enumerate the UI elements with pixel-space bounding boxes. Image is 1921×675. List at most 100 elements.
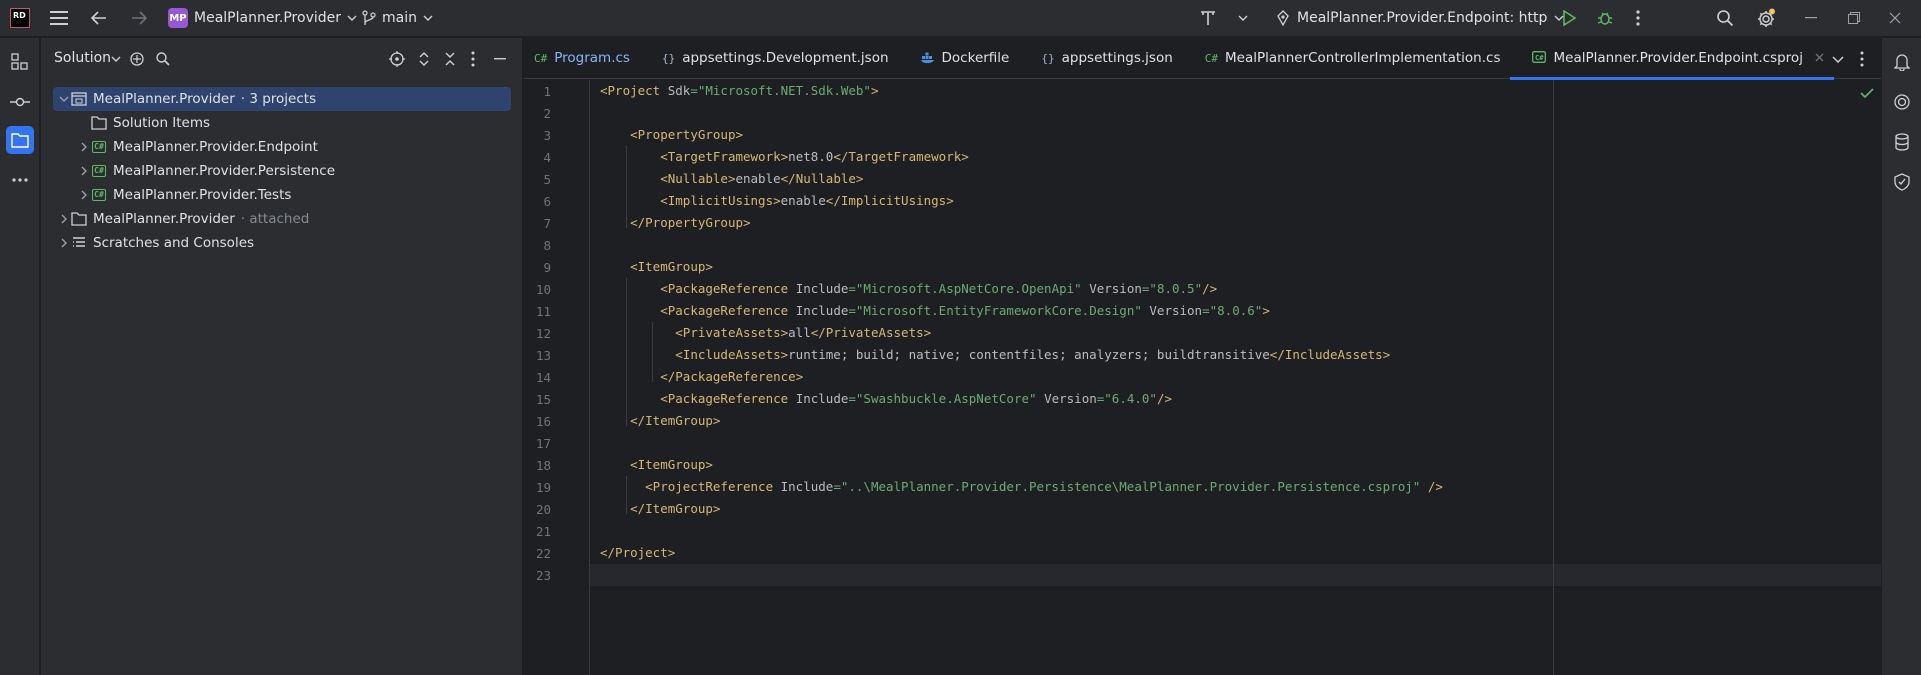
- rider-window: RD MP MealPlanner.Provider main MealPlan…: [0, 0, 1921, 675]
- forward-button[interactable]: [128, 8, 150, 28]
- editor-tab[interactable]: {} appsettings.Development.json: [640, 38, 899, 79]
- line-number: 14: [535, 370, 551, 385]
- tree-item-label: MealPlanner.Provider.Persistence: [113, 163, 336, 179]
- code-line[interactable]: <IncludeAssets>runtime; build; native; c…: [600, 344, 1390, 366]
- line-number: 23: [535, 568, 551, 583]
- code-line[interactable]: </Project>: [600, 542, 675, 564]
- database-button[interactable]: [1888, 128, 1916, 156]
- project-switcher[interactable]: MP MealPlanner.Provider: [168, 7, 357, 29]
- code-line[interactable]: </PackageReference>: [600, 366, 803, 388]
- line-number: 11: [535, 304, 551, 319]
- line-number: 5: [543, 172, 551, 187]
- back-button[interactable]: [88, 8, 110, 28]
- hide-panel-icon[interactable]: [494, 58, 506, 60]
- chevron-right-icon[interactable]: [57, 236, 71, 250]
- tree-item[interactable]: Solution Items: [41, 111, 523, 135]
- cleanup-dropdown[interactable]: [1236, 8, 1250, 28]
- app-logo-icon[interactable]: RD: [10, 8, 30, 28]
- more-vertical-icon[interactable]: [1860, 51, 1864, 67]
- chevron-right-icon[interactable]: [77, 140, 91, 154]
- chevron-down-icon[interactable]: [57, 92, 71, 106]
- code-line[interactable]: <PackageReference Include="Swashbuckle.A…: [600, 388, 1172, 410]
- editor-tab[interactable]: {} appsettings.json: [1019, 38, 1182, 79]
- no-problems-check-icon[interactable]: [1860, 88, 1874, 98]
- code-line[interactable]: <ImplicitUsings>enable</ImplicitUsings>: [600, 190, 954, 212]
- editor-tab-label: MealPlannerControllerImplementation.cs: [1225, 50, 1501, 66]
- tree-item[interactable]: C# MealPlanner.Provider.Persistence: [41, 159, 523, 183]
- code-line[interactable]: <Nullable>enable</Nullable>: [600, 168, 863, 190]
- arrow-right-icon: [132, 11, 147, 25]
- code-line[interactable]: </ItemGroup>: [600, 498, 720, 520]
- more-tools-button[interactable]: [6, 166, 34, 194]
- solution-filter-icon[interactable]: [129, 51, 147, 67]
- code-line[interactable]: <PackageReference Include="Microsoft.Asp…: [600, 278, 1217, 300]
- settings-button[interactable]: [1754, 7, 1778, 29]
- chevron-right-icon[interactable]: [77, 188, 91, 202]
- minimize-button[interactable]: [1800, 8, 1822, 28]
- code-line[interactable]: <ItemGroup>: [600, 256, 713, 278]
- run-button[interactable]: [1558, 8, 1580, 28]
- structure-tool-button[interactable]: [6, 48, 34, 76]
- folder-icon: [71, 211, 87, 227]
- editor-tab[interactable]: C# MealPlannerControllerImplementation.cs: [1183, 38, 1511, 79]
- more-actions-button[interactable]: [1627, 8, 1649, 28]
- close-tab-icon[interactable]: [1815, 50, 1824, 66]
- line-number: 16: [535, 414, 551, 429]
- editor-tab[interactable]: C# MealPlanner.Provider.Endpoint.csproj: [1510, 38, 1835, 80]
- code-line[interactable]: <ItemGroup>: [600, 454, 713, 476]
- code-line[interactable]: </PropertyGroup>: [600, 212, 750, 234]
- line-number: 7: [543, 216, 551, 231]
- close-window-button[interactable]: [1884, 8, 1906, 28]
- debug-button[interactable]: [1594, 8, 1616, 28]
- collapse-all-icon[interactable]: [444, 51, 456, 67]
- notifications-button[interactable]: [1888, 48, 1916, 76]
- code-line[interactable]: <ProjectReference Include="..\MealPlanne…: [600, 476, 1443, 498]
- search-everywhere-button[interactable]: [1714, 8, 1736, 28]
- run-config-selector[interactable]: MealPlanner.Provider.Endpoint: http: [1276, 7, 1564, 29]
- tree-item[interactable]: MealPlanner.Provider · attached: [41, 207, 523, 231]
- json-file-icon: {}: [1041, 51, 1055, 65]
- chevron-right-icon[interactable]: [57, 212, 71, 226]
- hamburger-icon: [50, 11, 68, 25]
- tree-item[interactable]: Scratches and Consoles: [41, 231, 523, 255]
- play-icon: [1563, 10, 1576, 26]
- main-menu-button[interactable]: [48, 8, 70, 28]
- folder-icon: [11, 133, 29, 148]
- code-line[interactable]: <PrivateAssets>all</PrivateAssets>: [600, 322, 931, 344]
- editor-tab[interactable]: Dockerfile: [899, 38, 1020, 79]
- editor-tab-label: appsettings.Development.json: [682, 50, 889, 66]
- docker-icon: [920, 51, 935, 66]
- code-line[interactable]: <PackageReference Include="Microsoft.Ent…: [600, 300, 1270, 322]
- code-editor[interactable]: <Project Sdk="Microsoft.NET.Sdk.Web"> <P…: [590, 80, 1881, 675]
- indent-guide: [626, 476, 627, 514]
- chevron-down-icon: [347, 15, 357, 21]
- more-vertical-icon[interactable]: [471, 51, 475, 67]
- commit-icon: [10, 97, 30, 107]
- ai-assistant-button[interactable]: [1888, 88, 1916, 116]
- expand-all-icon[interactable]: [418, 51, 430, 67]
- panel-title[interactable]: Solution: [54, 50, 111, 66]
- security-button[interactable]: [1888, 168, 1916, 196]
- git-branch-icon: [362, 10, 376, 25]
- code-line[interactable]: </ItemGroup>: [600, 410, 720, 432]
- chevron-down-icon: [1238, 15, 1248, 21]
- tab-list-chevron-icon[interactable]: [1832, 56, 1844, 63]
- code-cleanup-button[interactable]: [1197, 8, 1219, 28]
- code-line[interactable]: <PropertyGroup>: [600, 124, 743, 146]
- tree-item-suffix: · attached: [240, 211, 310, 227]
- tree-item[interactable]: MealPlanner.Provider · 3 projects: [53, 87, 511, 111]
- chevron-right-icon[interactable]: [77, 164, 91, 178]
- code-line[interactable]: <Project Sdk="Microsoft.NET.Sdk.Web">: [600, 80, 878, 102]
- commit-tool-button[interactable]: [6, 88, 34, 116]
- branch-switcher[interactable]: main: [362, 7, 433, 29]
- chevron-down-icon[interactable]: [111, 56, 121, 62]
- locate-icon[interactable]: [389, 51, 405, 67]
- restore-button[interactable]: [1843, 8, 1865, 28]
- editor-tab[interactable]: C# Program.cs: [524, 38, 640, 79]
- tree-item[interactable]: C# MealPlanner.Provider.Tests: [41, 183, 523, 207]
- search-icon[interactable]: [155, 51, 171, 67]
- tree-item[interactable]: C# MealPlanner.Provider.Endpoint: [41, 135, 523, 159]
- code-line[interactable]: <TargetFramework>net8.0</TargetFramework…: [600, 146, 969, 168]
- explorer-tool-button[interactable]: [6, 126, 34, 154]
